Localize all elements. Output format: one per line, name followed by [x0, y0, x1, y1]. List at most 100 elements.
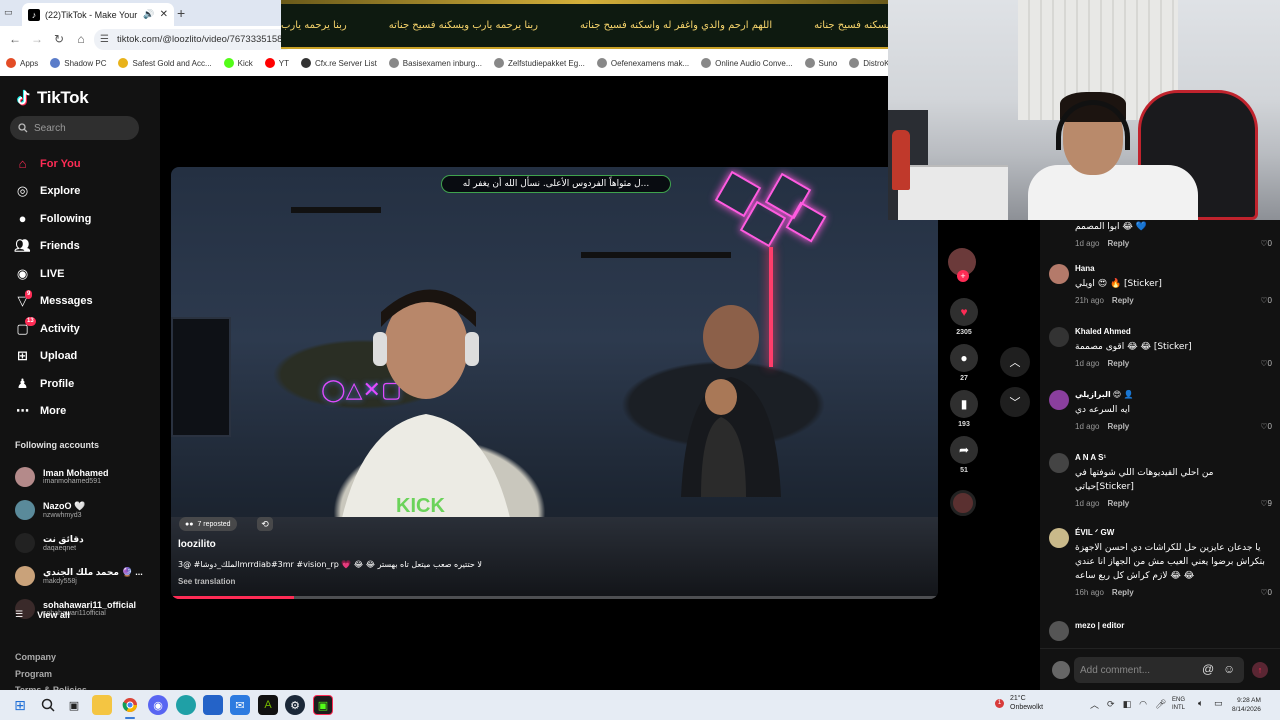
sidebar-item-explore[interactable]: ◎ Explore — [15, 178, 93, 206]
comment-author[interactable]: mezo | editor — [1075, 621, 1124, 630]
search-input[interactable]: Search — [10, 116, 139, 140]
video-player[interactable]: ◯△✕▢ KICK ...ل مثواهاً الفردوس الأعلى. ن… — [171, 167, 938, 599]
footer-link[interactable]: Company — [15, 649, 87, 666]
comment-like-button[interactable]: ♡9 — [1260, 499, 1272, 508]
tab-list-icon[interactable]: ▭ — [4, 7, 13, 18]
following-account[interactable]: محمد ملك الجندي 🔮 ... makdy558j — [15, 559, 143, 592]
address-bar[interactable]: ☰ tiktok.com/@loozlito/video/76733351584 — [94, 29, 294, 50]
comment-author[interactable]: Khaled Ahmed — [1075, 327, 1131, 336]
reply-button[interactable]: Reply — [1112, 588, 1134, 597]
emoji-icon[interactable]: ☺ — [1223, 662, 1235, 676]
reply-button[interactable]: Reply — [1107, 422, 1129, 431]
back-button[interactable]: ← — [4, 32, 26, 46]
mail-icon[interactable]: ✉ — [230, 695, 250, 715]
see-translation-link[interactable]: See translation — [178, 577, 235, 586]
comment-author[interactable]: البرازيلي 😍 👤 — [1075, 390, 1133, 399]
mic-icon[interactable]: 🎤︎ — [1155, 699, 1166, 710]
following-account[interactable]: Iman Mohamed imanmohamed591 — [15, 460, 143, 493]
bookmark-item[interactable]: Zelfstudiepakket Eg... — [493, 58, 585, 68]
close-icon[interactable]: ✕ — [160, 9, 168, 20]
wifi-icon[interactable]: ◠ — [1139, 699, 1147, 710]
browser-tab[interactable]: ♪ (22)TikTok - Make Your Day 🔊 ✕ — [22, 3, 174, 26]
avatar[interactable] — [1049, 327, 1069, 347]
bookmark-item[interactable]: YT — [264, 58, 289, 68]
comment-like-button[interactable]: ♡0 — [1260, 359, 1272, 368]
reply-button[interactable]: Reply — [1107, 239, 1129, 248]
comment-button[interactable]: ● — [950, 344, 978, 372]
sidebar-item-more[interactable]: ⋯ More — [15, 398, 93, 426]
task-view-button[interactable]: ▣ — [64, 695, 84, 715]
streaming-app-icon[interactable]: ▣ — [313, 695, 333, 715]
bookmark-item[interactable]: Shadow PC — [50, 58, 106, 68]
following-account[interactable]: NazoO 🤍 nzwwhmyd3 — [15, 493, 143, 526]
music-disc-icon[interactable] — [950, 490, 976, 516]
bookmark-item[interactable]: Safest Gold and Acc... — [118, 58, 212, 68]
reply-button[interactable]: Reply — [1112, 296, 1134, 305]
sidebar-item-activity[interactable]: ▢ 13 Activity — [15, 315, 93, 343]
reload-button[interactable]: ↻ — [48, 32, 70, 46]
avatar[interactable] — [1049, 453, 1069, 473]
bookmark-item[interactable]: Cfx.re Server List — [301, 58, 377, 68]
send-comment-button[interactable]: ↑ — [1252, 662, 1268, 678]
footer-link[interactable]: Program — [15, 666, 87, 683]
taskbar-search-button[interactable] — [38, 695, 58, 715]
sidebar-item-profile[interactable]: ♟ Profile — [15, 370, 93, 398]
clock[interactable]: 9:28 AM 8/14/2026 — [1232, 696, 1261, 714]
tiktok-logo[interactable]: TikTok — [15, 88, 89, 108]
forward-button[interactable]: → — [26, 32, 48, 46]
file-explorer-icon[interactable] — [92, 695, 112, 715]
repost-button[interactable]: ⟲ — [257, 517, 273, 531]
mention-icon[interactable]: @ — [1202, 662, 1214, 676]
home-button[interactable]: ⌂ — [70, 32, 92, 46]
sidebar-item-for-you[interactable]: ⌂ For You — [15, 150, 93, 178]
chrome-icon[interactable] — [120, 695, 140, 715]
comment-like-button[interactable]: ♡0 — [1260, 296, 1272, 305]
bookmark-item[interactable]: Apps — [6, 58, 38, 68]
reply-button[interactable]: Reply — [1107, 499, 1129, 508]
bookmark-item[interactable]: Online Audio Conve... — [701, 58, 793, 68]
speaker-icon[interactable]: 🔊 — [143, 9, 154, 20]
store-icon[interactable] — [203, 695, 223, 715]
share-button[interactable]: ➦ — [950, 436, 978, 464]
repost-indicator[interactable]: ●● 7 reposted — [179, 517, 237, 531]
bookmark-item[interactable]: Basisexamen inburg... — [388, 58, 482, 68]
previous-video-button[interactable]: ︿ — [1000, 347, 1030, 377]
bookmark-item[interactable]: Suno — [804, 58, 837, 68]
input-language[interactable]: ENG INTL — [1172, 696, 1185, 712]
follow-button[interactable]: + — [957, 270, 969, 282]
battery-icon[interactable]: ▭ — [1214, 698, 1223, 709]
tray-app-icon[interactable]: ◧ — [1123, 699, 1132, 710]
comment-like-button[interactable]: ♡0 — [1260, 588, 1272, 597]
save-button[interactable]: ▮ — [950, 390, 978, 418]
steam-icon[interactable]: ⚙ — [285, 695, 305, 715]
bookmark-item[interactable]: DistroKid — [849, 58, 888, 68]
view-all-button[interactable]: ☰ View all — [15, 609, 70, 620]
video-author[interactable]: loozilito — [178, 539, 216, 550]
bookmark-item[interactable]: Oefenexamens mak... — [596, 58, 689, 68]
comment-author[interactable]: ÉVIL ᐟ GW — [1075, 528, 1114, 537]
comment-like-button[interactable]: ♡0 — [1260, 239, 1272, 248]
avatar[interactable] — [1049, 390, 1069, 410]
avatar[interactable] — [1049, 528, 1069, 548]
edge-icon[interactable] — [176, 695, 196, 715]
sidebar-item-friends[interactable]: 👥︎ Friends — [14, 233, 93, 261]
comment-input[interactable]: Add comment... — [1074, 657, 1244, 683]
avatar[interactable] — [1049, 621, 1069, 641]
discord-icon[interactable]: ◉ — [148, 695, 168, 715]
next-video-button[interactable]: ﹀ — [1000, 387, 1030, 417]
bookmark-item[interactable]: Kick — [223, 58, 253, 68]
following-account[interactable]: دقائق نت daqaeqnet — [15, 526, 143, 559]
site-info-icon[interactable]: ☰ — [100, 34, 109, 45]
comment-like-button[interactable]: ♡0 — [1260, 422, 1272, 431]
sidebar-item-upload[interactable]: ⊞ Upload — [15, 343, 93, 371]
sidebar-item-live[interactable]: ◉ LIVE — [15, 260, 93, 288]
reply-button[interactable]: Reply — [1107, 359, 1129, 368]
nvidia-icon[interactable]: A — [258, 695, 278, 715]
comment-author[interactable]: Hana — [1075, 264, 1095, 273]
network-app-icon[interactable]: ⟳ — [1107, 699, 1115, 710]
sidebar-item-following[interactable]: ● Following — [15, 205, 93, 233]
chevron-up-icon[interactable]: ︿ — [1090, 698, 1099, 711]
new-tab-button[interactable]: + — [177, 5, 185, 21]
volume-icon[interactable]: 🔈︎ — [1198, 698, 1203, 709]
weather-widget[interactable]: 1 21°C Onbewolkt — [995, 694, 1043, 712]
